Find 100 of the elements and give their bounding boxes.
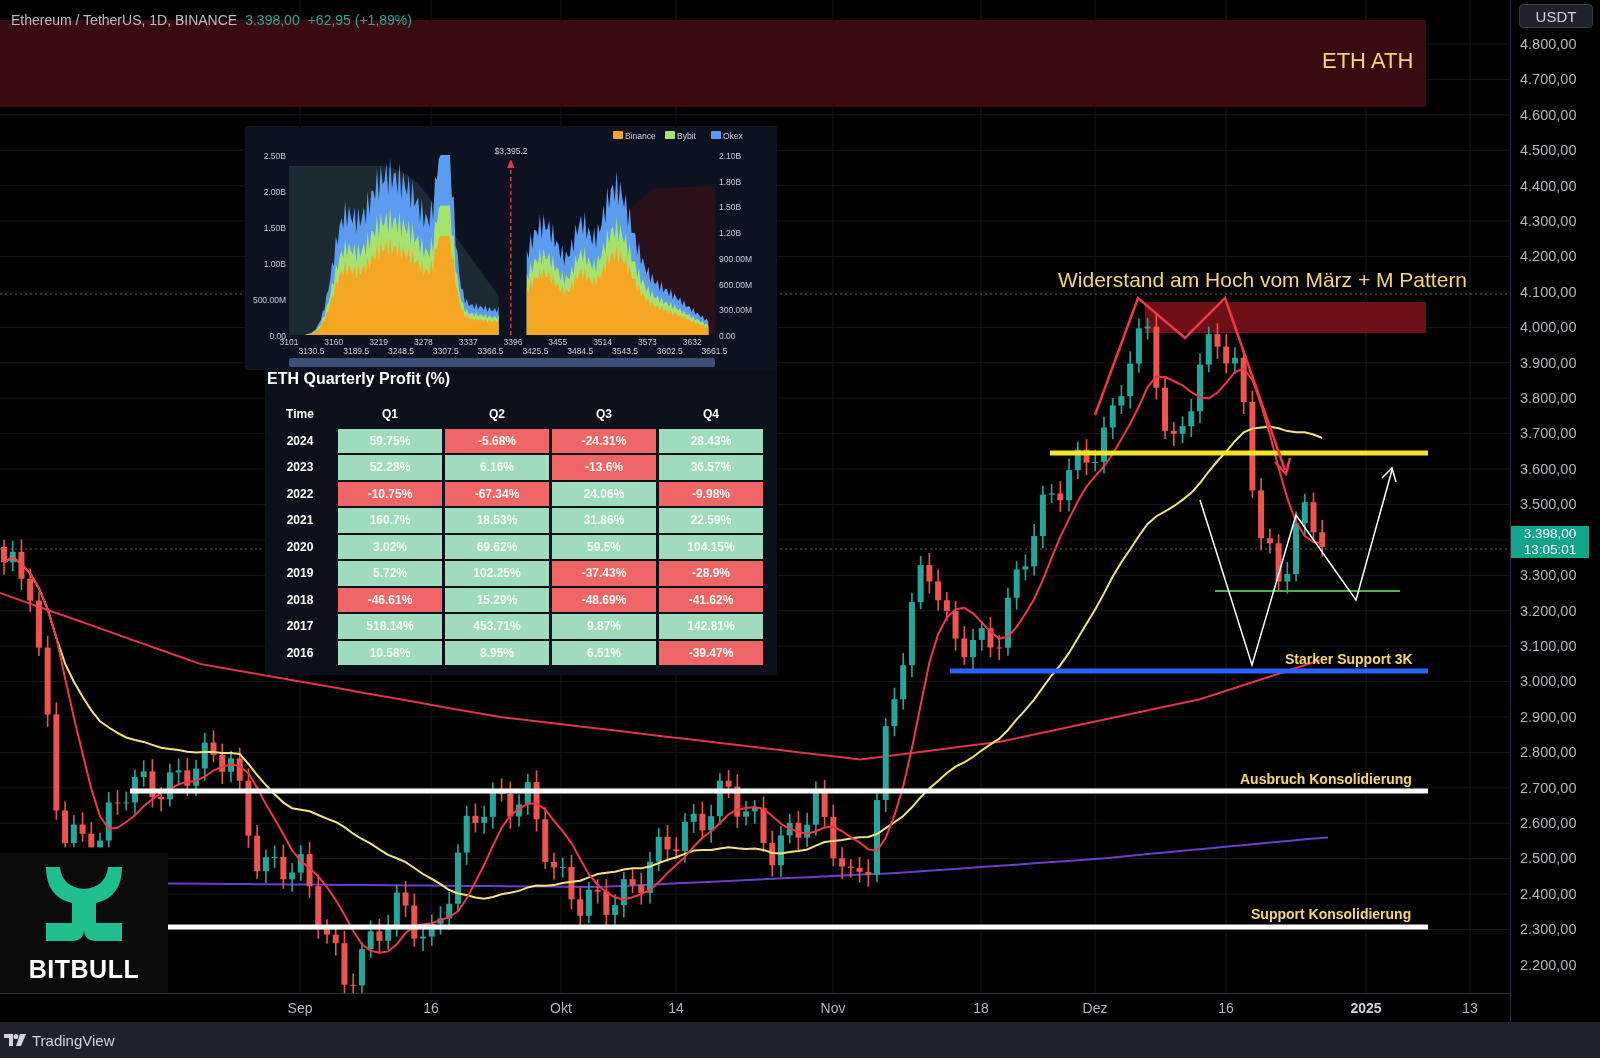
table-cell: 6.51% xyxy=(552,640,656,665)
axis-label: 3514 xyxy=(593,337,613,347)
row-header: 2019 xyxy=(285,566,315,581)
time-label: 13 xyxy=(1462,1000,1478,1016)
table-cell: 104.15% xyxy=(659,534,763,559)
table-cell: -67.34% xyxy=(445,481,549,506)
axis-label: 1.50B xyxy=(719,202,742,213)
table-cell: -37.43% xyxy=(552,561,656,586)
axis-label: 3661.5 xyxy=(701,346,728,356)
time-label: Nov xyxy=(820,1000,846,1016)
price-tick: 3.800,00 xyxy=(1520,389,1578,409)
legend-label: Binance xyxy=(625,131,656,141)
row-header: 2023 xyxy=(285,460,315,475)
table-cell: 59.75% xyxy=(338,428,442,453)
axis-label: 3278 xyxy=(413,337,433,347)
logo-wordmark: BITBULL xyxy=(28,954,140,984)
axis-label: 2.00B xyxy=(263,187,286,197)
price-tick: 2.800,00 xyxy=(1520,743,1578,763)
row-header: 2017 xyxy=(285,619,315,634)
legend-label: Bybit xyxy=(677,131,696,141)
price-tick: 2.600,00 xyxy=(1520,813,1578,833)
price-tick: 4.100,00 xyxy=(1520,282,1578,302)
chart-annotation: ETH ATH xyxy=(1322,48,1414,74)
price-tick: 3.600,00 xyxy=(1520,459,1578,479)
table-title: ETH Quarterly Profit (%) xyxy=(267,370,452,388)
axis-label: 3160 xyxy=(324,337,344,347)
chart-annotation: Ausbruch Konsolidierung xyxy=(1240,771,1412,787)
price-tick: 3.200,00 xyxy=(1520,601,1578,621)
marker-label: $3,395.2 xyxy=(494,146,528,156)
row-header: 2022 xyxy=(285,486,315,501)
table-cell: -24.31% xyxy=(552,428,656,453)
axis-label: 3573 xyxy=(637,337,657,347)
current-price: 3.398,00 xyxy=(1523,526,1577,542)
tradingview-brand: TradingView xyxy=(32,1031,115,1049)
price-tick: 4.300,00 xyxy=(1520,212,1578,232)
row-header: 2021 xyxy=(285,513,315,528)
axis-label: 500.00M xyxy=(252,295,286,305)
axis-label: 1.20B xyxy=(719,228,742,239)
table-cell: -5.68% xyxy=(445,428,549,453)
time-label: Sep xyxy=(287,1000,313,1016)
axis-label: 3484.5 xyxy=(567,346,594,356)
axis-label: 3543.5 xyxy=(612,346,638,356)
table-cell: 453.71% xyxy=(445,614,549,639)
axis-label: 3425.5 xyxy=(522,346,549,356)
table-cell: 22.59% xyxy=(659,508,763,533)
column-header: Q1 xyxy=(381,406,399,424)
axis-label: 3307.5 xyxy=(432,346,459,356)
chart-annotation: Starker Support 3K xyxy=(1285,651,1413,667)
price-tick: 4.500,00 xyxy=(1520,141,1578,161)
column-header: Q3 xyxy=(595,406,613,424)
table-cell: 36.57% xyxy=(659,455,763,480)
axis-label: 1.50B xyxy=(263,223,286,233)
row-header: 2018 xyxy=(285,592,315,607)
table-cell: 18.53% xyxy=(445,508,549,533)
column-header: Time xyxy=(285,407,315,422)
table-cell: 6.16% xyxy=(445,455,549,480)
row-header: 2020 xyxy=(285,539,315,554)
table-cell: -48.69% xyxy=(552,587,656,612)
table-cell: -46.61% xyxy=(338,587,442,612)
axis-label: 3602.5 xyxy=(656,346,683,356)
row-header: 2016 xyxy=(285,645,315,660)
price-tick: 3.100,00 xyxy=(1520,636,1578,656)
price-tick: 3.300,00 xyxy=(1520,566,1578,586)
axis-label: 3130.5 xyxy=(298,346,325,356)
price-change: +62,95 (+1,89%) xyxy=(307,12,412,28)
axis-label: 0.00 xyxy=(719,330,736,341)
price-tick: 3.000,00 xyxy=(1520,672,1578,692)
chart-annotation: Support Konsolidierung xyxy=(1251,906,1412,922)
time-label: 2025 xyxy=(1350,1000,1382,1016)
time-label: 16 xyxy=(1218,1000,1234,1016)
table-cell: 28.43% xyxy=(659,428,763,453)
axis-label: 300.00M xyxy=(719,305,753,316)
table-cell: 102.25% xyxy=(445,561,549,586)
table-cell: -41.62% xyxy=(659,587,763,612)
axis-label: 3455 xyxy=(548,337,568,347)
last-price: 3.398,00 xyxy=(245,12,300,28)
time-label: 18 xyxy=(973,1000,989,1016)
axis-label: 900.00M xyxy=(719,253,753,264)
price-tick: 4.600,00 xyxy=(1520,105,1578,125)
price-tick: 2.200,00 xyxy=(1520,955,1578,975)
axis-label: 3396 xyxy=(503,337,523,347)
time-label: Dez xyxy=(1082,1000,1108,1016)
table-cell: 10.58% xyxy=(338,640,442,665)
chart-annotation: Widerstand am Hoch vom März + M Pattern xyxy=(1058,268,1468,292)
price-tick: 2.400,00 xyxy=(1520,884,1578,904)
price-tick: 4.000,00 xyxy=(1520,318,1578,338)
price-tick: 4.400,00 xyxy=(1520,176,1578,196)
axis-label: 3189.5 xyxy=(343,346,370,356)
axis-label: 1.80B xyxy=(719,176,742,187)
price-tick: 3.500,00 xyxy=(1520,495,1578,515)
table-cell: 15.29% xyxy=(445,587,549,612)
table-cell: 518.14% xyxy=(338,614,442,639)
legend-label: Okex xyxy=(723,131,743,141)
currency-button[interactable]: USDT xyxy=(1519,4,1593,28)
table-cell: 69.62% xyxy=(445,534,549,559)
axis-label: 3366.5 xyxy=(477,346,504,356)
price-tick: 3.900,00 xyxy=(1520,353,1578,373)
countdown-timer: 13:05:01 xyxy=(1523,542,1577,558)
row-header: 2024 xyxy=(285,433,315,448)
column-header: Q4 xyxy=(702,406,720,424)
